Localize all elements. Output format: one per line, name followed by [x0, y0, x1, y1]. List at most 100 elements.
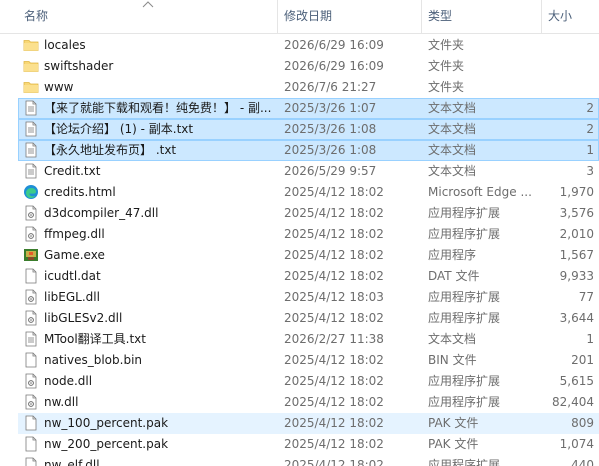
file-name: nw_200_percent.pak	[44, 437, 169, 451]
file-row[interactable]: natives_blob.bin 2025/4/12 18:02 BIN 文件 201	[0, 350, 599, 371]
file-row[interactable]: locales 2026/6/29 16:09 文件夹	[0, 35, 599, 56]
dll-file-icon	[23, 224, 39, 245]
file-size: 1	[586, 143, 594, 157]
file-modified-date: 2025/4/12 18:02	[284, 395, 384, 409]
file-row[interactable]: MTool翻译工具.txt 2026/2/27 11:38 文本文档 1	[0, 329, 599, 350]
blank-file-icon	[23, 350, 39, 371]
file-row[interactable]: node.dll 2025/4/12 18:02 应用程序扩展 5,615	[0, 371, 599, 392]
dll-file-icon	[23, 287, 39, 308]
column-header-size-label: 大小	[548, 9, 573, 23]
file-type: 文件夹	[428, 38, 465, 52]
column-header-date[interactable]: 修改日期	[278, 0, 420, 33]
file-name: nw_elf.dll	[44, 458, 100, 466]
file-type: 应用程序扩展	[428, 458, 501, 466]
blank-file-icon	[23, 413, 39, 434]
file-size: 1,074	[559, 437, 594, 451]
file-row[interactable]: www 2026/7/6 21:27 文件夹	[0, 77, 599, 98]
folder-icon	[23, 35, 39, 56]
file-size: 1,970	[559, 185, 594, 199]
file-name: d3dcompiler_47.dll	[44, 206, 159, 220]
column-header-type[interactable]: 类型	[422, 0, 540, 33]
file-modified-date: 2026/7/6 21:27	[284, 80, 377, 94]
file-row[interactable]: libEGL.dll 2025/4/12 18:03 应用程序扩展 77	[0, 287, 599, 308]
dll-file-icon	[23, 203, 39, 224]
file-modified-date: 2026/5/29 9:57	[284, 164, 377, 178]
file-modified-date: 2025/4/12 18:02	[284, 185, 384, 199]
file-row[interactable]: Game.exe 2025/4/12 18:02 应用程序 1,567	[0, 245, 599, 266]
file-modified-date: 2025/4/12 18:02	[284, 416, 384, 430]
file-name: credits.html	[44, 185, 116, 199]
file-row[interactable]: 【永久地址发布页】 .txt 2025/3/26 1:08 文本文档 1	[0, 140, 599, 161]
sort-ascending-icon	[142, 1, 154, 8]
file-size: 3	[586, 164, 594, 178]
file-row[interactable]: 【来了就能下载和观看！纯免费！】 - 副... 2025/3/26 1:07 文本文…	[0, 98, 599, 119]
file-modified-date: 2026/6/29 16:09	[284, 38, 384, 52]
file-size: 3,576	[559, 206, 594, 220]
file-name: locales	[44, 38, 86, 52]
file-row[interactable]: swiftshader 2026/6/29 16:09 文件夹	[0, 56, 599, 77]
file-row[interactable]: nw_200_percent.pak 2025/4/12 18:02 PAK 文件 1…	[0, 434, 599, 455]
blank-file-icon	[23, 434, 39, 455]
file-size: 201	[571, 353, 594, 367]
folder-icon	[23, 56, 39, 77]
file-modified-date: 2025/4/12 18:02	[284, 248, 384, 262]
file-type: 文本文档	[428, 332, 477, 346]
file-size: 1,567	[559, 248, 594, 262]
file-name: libGLESv2.dll	[44, 311, 123, 325]
file-row[interactable]: icudtl.dat 2025/4/12 18:02 DAT 文件 9,933	[0, 266, 599, 287]
file-size: 809	[571, 416, 594, 430]
folder-icon	[23, 77, 39, 98]
column-header-type-label: 类型	[428, 9, 453, 23]
file-type: 文本文档	[428, 143, 477, 157]
column-header-date-label: 修改日期	[284, 9, 333, 23]
text-file-icon	[23, 140, 39, 161]
file-size: 9,933	[559, 269, 594, 283]
file-row[interactable]: nw_100_percent.pak 2025/4/12 18:02 PAK 文件 8…	[0, 413, 599, 434]
dll-file-icon	[23, 392, 39, 413]
file-modified-date: 2026/2/27 11:38	[284, 332, 384, 346]
file-type: 应用程序扩展	[428, 227, 501, 241]
file-modified-date: 2025/4/12 18:02	[284, 227, 384, 241]
file-row[interactable]: credits.html 2025/4/12 18:02 Microsoft Edg…	[0, 182, 599, 203]
file-size: 2	[586, 122, 594, 136]
file-modified-date: 2026/6/29 16:09	[284, 59, 384, 73]
file-row[interactable]: Credit.txt 2026/5/29 9:57 文本文档 3	[0, 161, 599, 182]
file-modified-date: 2025/4/12 18:02	[284, 458, 384, 466]
text-file-icon	[23, 161, 39, 182]
text-file-icon	[23, 119, 39, 140]
file-row[interactable]: 【论坛介绍】 (1) - 副本.txt 2025/3/26 1:08 文本文档 2	[0, 119, 599, 140]
file-modified-date: 2025/4/12 18:02	[284, 437, 384, 451]
file-explorer-details-view: 名称 修改日期 类型 大小 locales 2026/6/29 16:09 文件夹 s…	[0, 0, 599, 466]
file-modified-date: 2025/3/26 1:07	[284, 101, 377, 115]
file-modified-date: 2025/4/12 18:02	[284, 311, 384, 325]
file-modified-date: 2025/4/12 18:02	[284, 353, 384, 367]
file-row[interactable]: nw.dll 2025/4/12 18:02 应用程序扩展 82,404	[0, 392, 599, 413]
file-row[interactable]: ffmpeg.dll 2025/4/12 18:02 应用程序扩展 2,010	[0, 224, 599, 245]
column-header-size[interactable]: 大小	[542, 0, 599, 33]
file-name: Game.exe	[44, 248, 105, 262]
file-type: 文件夹	[428, 59, 465, 73]
file-type: DAT 文件	[428, 269, 480, 283]
file-row[interactable]: libGLESv2.dll 2025/4/12 18:02 应用程序扩展 3,644	[0, 308, 599, 329]
file-modified-date: 2025/4/12 18:02	[284, 269, 384, 283]
file-type: 文本文档	[428, 101, 477, 115]
file-type: 应用程序扩展	[428, 395, 501, 409]
file-modified-date: 2025/4/12 18:03	[284, 290, 384, 304]
game-exe-icon	[23, 245, 39, 266]
file-type: 文本文档	[428, 164, 477, 178]
file-name: swiftshader	[44, 59, 114, 73]
text-file-icon	[23, 98, 39, 119]
file-size: 77	[578, 290, 594, 304]
file-name: natives_blob.bin	[44, 353, 143, 367]
file-name: node.dll	[44, 374, 93, 388]
file-row[interactable]: nw_elf.dll 2025/4/12 18:02 应用程序扩展 440	[0, 455, 599, 466]
file-type: 文本文档	[428, 122, 477, 136]
file-size	[548, 77, 594, 98]
file-type: 应用程序扩展	[428, 206, 501, 220]
blank-file-icon	[23, 266, 39, 287]
file-name: nw_100_percent.pak	[44, 416, 169, 430]
blank-file-icon	[23, 455, 39, 466]
file-name: 【论坛介绍】 (1) - 副本.txt	[44, 122, 194, 136]
file-row[interactable]: d3dcompiler_47.dll 2025/4/12 18:02 应用程序扩展 3…	[0, 203, 599, 224]
file-modified-date: 2025/4/12 18:02	[284, 374, 384, 388]
